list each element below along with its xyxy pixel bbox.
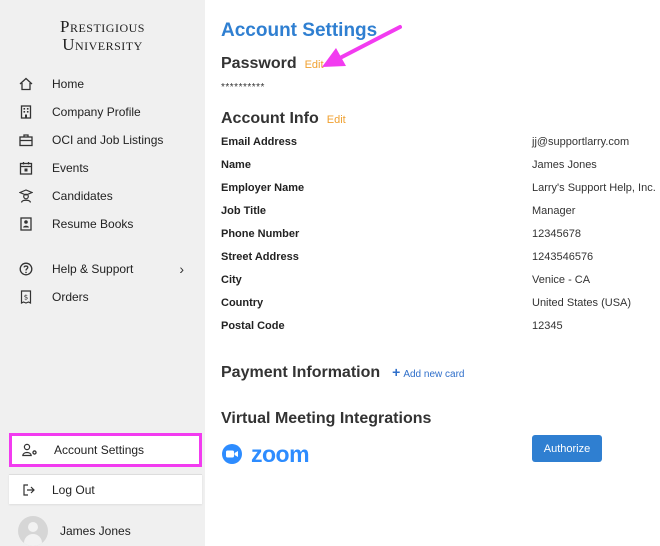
book-icon <box>18 216 34 232</box>
info-value: United States (USA) <box>532 297 632 309</box>
logout-button[interactable]: Log Out <box>9 474 202 504</box>
zoom-wordmark: zoom <box>251 441 310 467</box>
sidebar-item-label: Events <box>52 161 89 175</box>
info-value: Manager <box>532 205 576 217</box>
payment-heading: Payment Information + Add new card <box>221 364 464 382</box>
info-label: Employer Name <box>221 182 305 194</box>
calendar-icon <box>18 160 34 176</box>
sidebar-item-label: Home <box>52 77 85 91</box>
info-label: Name <box>221 159 251 171</box>
info-value: Larry's Support Help, Inc. <box>532 182 656 194</box>
info-value: Venice - CA <box>532 274 591 286</box>
account-settings-label: Account Settings <box>54 443 145 457</box>
sidebar-item-help-support[interactable]: Help & Support › <box>18 258 198 280</box>
password-heading-label: Password <box>221 55 297 72</box>
info-label: Phone Number <box>221 228 300 240</box>
info-value: 12345678 <box>532 228 581 240</box>
zoom-logo: zoom <box>222 441 310 467</box>
sidebar-item-label: Resume Books <box>52 217 134 231</box>
sidebar-item-events[interactable]: Events <box>18 157 198 179</box>
sidebar-item-label: Company Profile <box>52 105 141 119</box>
sidebar-item-oci-job-listings[interactable]: OCI and Job Listings <box>18 129 198 151</box>
building-icon <box>18 104 34 120</box>
user-profile[interactable]: James Jones <box>18 516 131 546</box>
svg-text:$: $ <box>24 294 28 302</box>
info-label: Job Title <box>221 205 267 217</box>
info-value: 1243546576 <box>532 251 594 263</box>
sidebar: Prestigious University Home Company Prof… <box>0 0 205 546</box>
account-info-edit-link[interactable]: Edit <box>327 114 346 126</box>
payment-heading-label: Payment Information <box>221 364 381 381</box>
user-settings-icon <box>22 442 38 458</box>
logout-label: Log Out <box>52 482 95 497</box>
chevron-right-icon: › <box>179 261 184 277</box>
logo-line-2: University <box>62 35 143 54</box>
page-title: Account Settings <box>221 20 378 41</box>
add-new-card-label: Add new card <box>403 369 465 380</box>
info-value: 12345 <box>532 320 563 332</box>
sidebar-item-label: Help & Support <box>52 262 134 276</box>
info-label: Email Address <box>221 136 298 148</box>
sidebar-item-orders[interactable]: $ Orders <box>18 286 198 308</box>
masked-password: ********** <box>221 82 265 93</box>
add-new-card-link[interactable]: + Add new card <box>392 364 465 380</box>
logo-line-1: Prestigious <box>60 17 145 36</box>
help-icon <box>18 261 34 277</box>
info-label: Country <box>221 297 264 309</box>
user-name: James Jones <box>60 524 131 538</box>
info-label: Postal Code <box>221 320 285 332</box>
graduate-icon <box>18 188 34 204</box>
account-info-heading-label: Account Info <box>221 110 319 127</box>
password-heading: Password Edit <box>221 55 324 73</box>
info-value: jj@supportlarry.com <box>532 136 630 148</box>
sidebar-item-label: Candidates <box>52 189 113 203</box>
sidebar-item-label: Orders <box>52 290 89 304</box>
sidebar-item-home[interactable]: Home <box>18 73 198 95</box>
zoom-camera-icon <box>222 444 242 464</box>
sidebar-item-candidates[interactable]: Candidates <box>18 185 198 207</box>
avatar <box>18 516 48 546</box>
plus-icon: + <box>392 364 401 380</box>
password-edit-link[interactable]: Edit <box>305 59 324 71</box>
home-icon <box>18 76 34 92</box>
sidebar-item-account-settings[interactable]: Account Settings <box>9 433 202 467</box>
university-logo[interactable]: Prestigious University <box>0 18 205 54</box>
briefcase-icon <box>18 132 34 148</box>
sidebar-item-label: OCI and Job Listings <box>52 133 164 147</box>
sidebar-item-company-profile[interactable]: Company Profile <box>18 101 198 123</box>
info-label: Street Address <box>221 251 299 263</box>
info-value: James Jones <box>532 159 597 171</box>
sidebar-item-resume-books[interactable]: Resume Books <box>18 213 198 235</box>
info-label: City <box>221 274 242 286</box>
logout-icon <box>22 482 38 498</box>
account-info-heading: Account Info Edit <box>221 110 346 128</box>
virtual-meeting-heading: Virtual Meeting Integrations <box>221 410 432 427</box>
authorize-button[interactable]: Authorize <box>532 435 602 462</box>
receipt-icon: $ <box>18 289 34 305</box>
